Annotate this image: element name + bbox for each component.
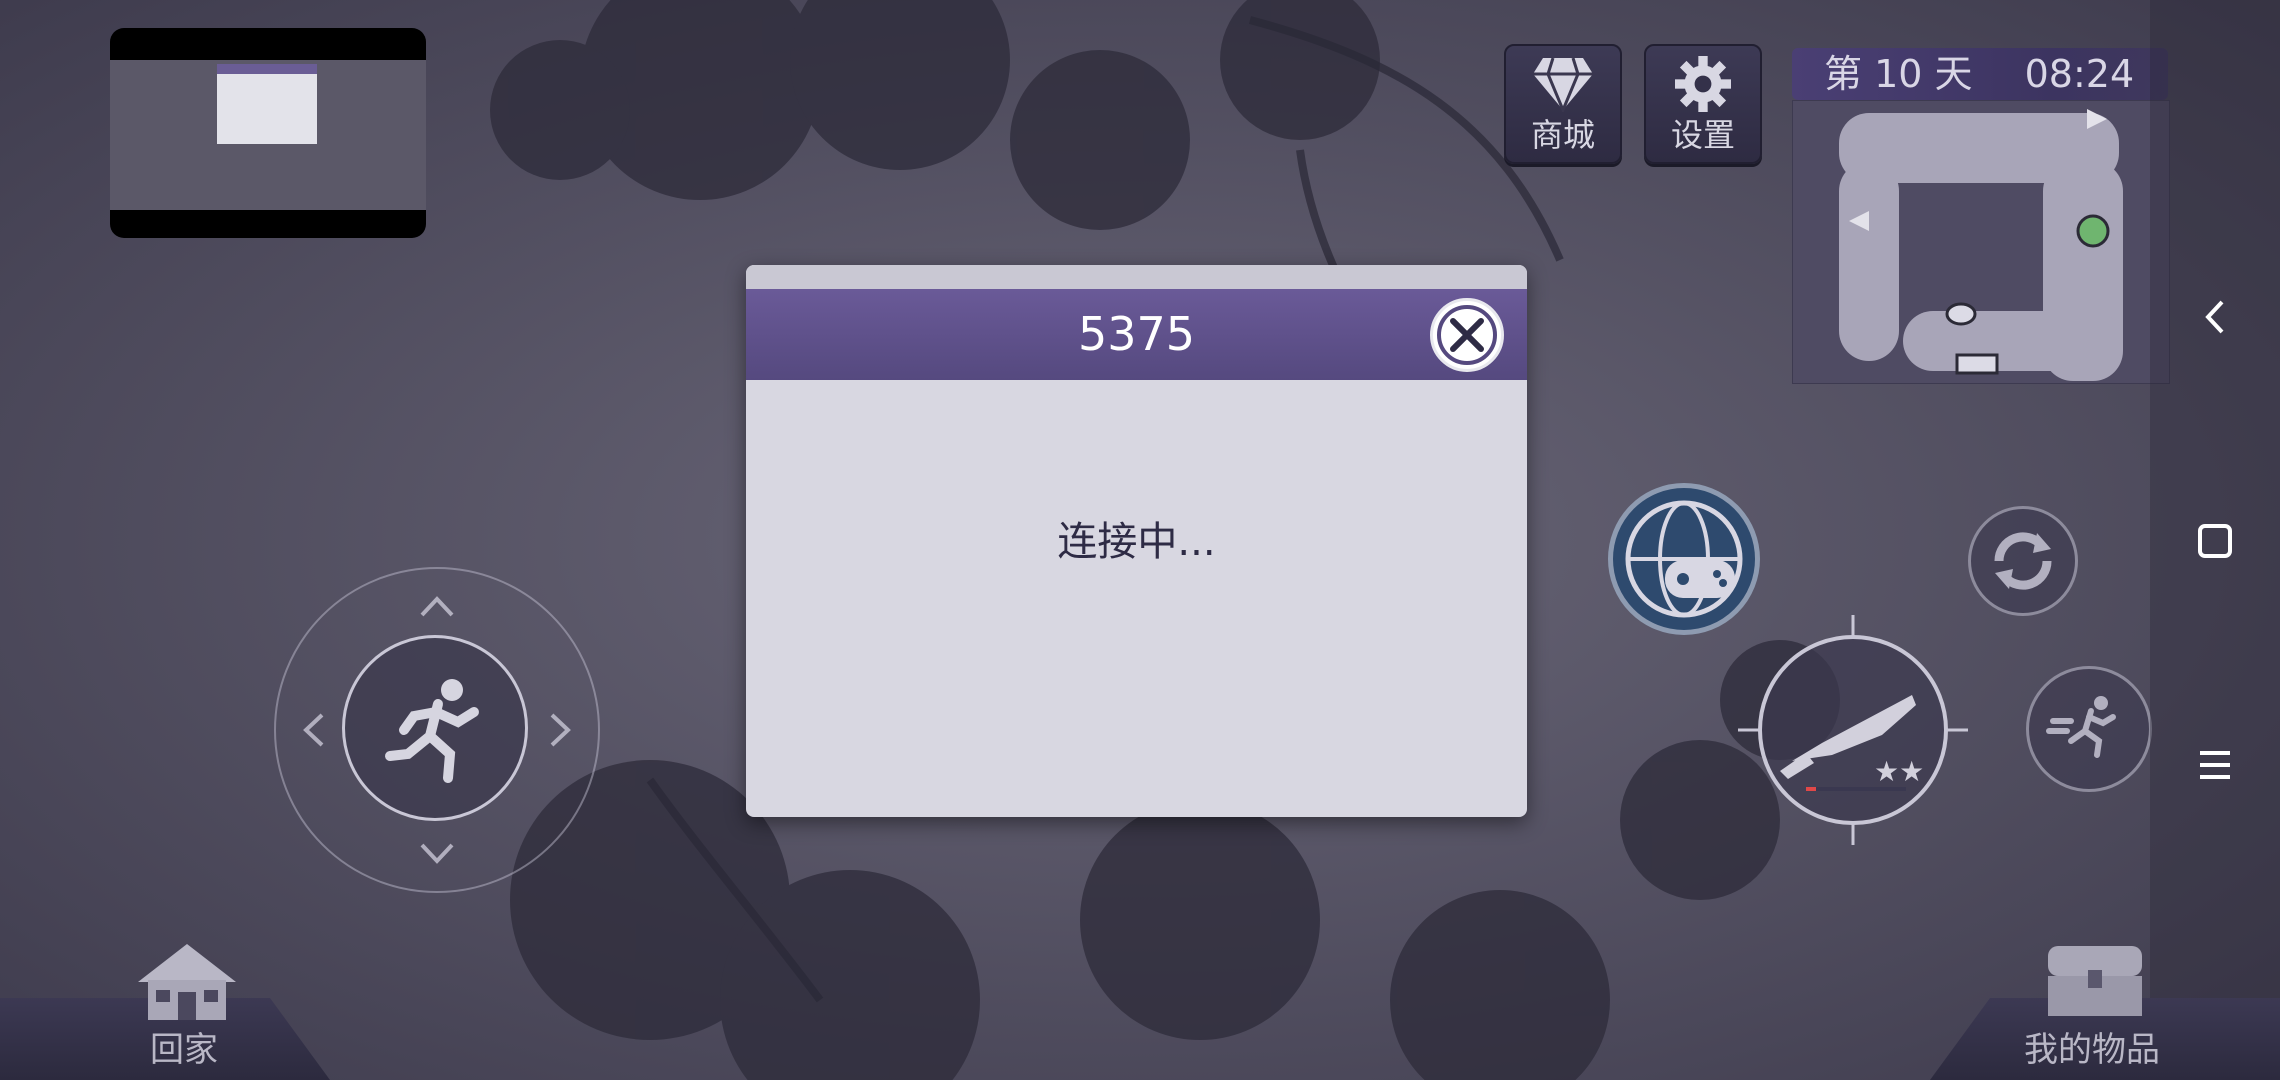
map-exit-icon bbox=[2087, 109, 2107, 129]
dialog-title: 5375 bbox=[1077, 307, 1196, 361]
chevron-left-icon[interactable] bbox=[2190, 292, 2240, 342]
preview-dialog bbox=[217, 64, 317, 144]
close-icon bbox=[1437, 305, 1497, 365]
refresh-button[interactable] bbox=[1968, 506, 2078, 616]
dialog-top-strip bbox=[746, 265, 1527, 289]
minimap[interactable] bbox=[1792, 100, 2170, 384]
settings-button[interactable]: 设置 bbox=[1644, 44, 1762, 164]
shop-label: 商城 bbox=[1530, 116, 1595, 154]
gear-icon bbox=[1675, 56, 1731, 112]
chest-icon bbox=[2048, 946, 2142, 1016]
close-button[interactable] bbox=[1430, 298, 1504, 372]
home-button[interactable]: 回家 bbox=[120, 940, 250, 1076]
dialog-header: 5375 bbox=[746, 289, 1527, 380]
sprint-button[interactable] bbox=[2026, 666, 2152, 792]
running-person-icon bbox=[385, 679, 479, 783]
screen-preview-thumbnail[interactable] bbox=[110, 28, 426, 238]
map-path bbox=[1903, 311, 2123, 371]
map-item-icon bbox=[1945, 302, 1977, 326]
day-time-bar: 第 10 天 08:24 bbox=[1792, 48, 2168, 100]
day-label: 第 10 天 bbox=[1824, 52, 1973, 96]
map-exit-icon bbox=[1849, 211, 1869, 231]
home-label: 回家 bbox=[150, 1030, 218, 1070]
run-button[interactable] bbox=[342, 635, 528, 821]
online-play-button[interactable] bbox=[1608, 483, 1760, 635]
menu-icon[interactable] bbox=[2190, 740, 2240, 790]
globe-gamepad-icon bbox=[1625, 500, 1743, 618]
movement-joystick[interactable] bbox=[274, 567, 600, 893]
inventory-label: 我的物品 bbox=[2024, 1030, 2160, 1070]
map-path bbox=[1839, 161, 1899, 361]
shop-button[interactable]: 商城 bbox=[1504, 44, 1622, 164]
refresh-icon bbox=[1994, 532, 2052, 590]
house-icon bbox=[138, 944, 236, 1020]
crosshair-marks bbox=[1738, 615, 1968, 845]
map-item-icon bbox=[1955, 353, 1999, 375]
time-label: 08:24 bbox=[2024, 52, 2135, 96]
connecting-dialog: 5375 连接中... bbox=[746, 265, 1527, 817]
settings-label: 设置 bbox=[1670, 116, 1735, 154]
square-icon[interactable] bbox=[2190, 516, 2240, 566]
diamond-icon bbox=[1533, 57, 1593, 112]
player-marker-icon bbox=[2076, 214, 2110, 248]
game-scene: 商城 设置 第 10 天 08:24 5375 连接中... ★★ 回家 我的物… bbox=[0, 0, 2280, 1080]
connecting-message: 连接中... bbox=[1057, 519, 1216, 565]
sprint-icon bbox=[2046, 696, 2116, 758]
inventory-button[interactable]: 我的物品 bbox=[2020, 940, 2180, 1076]
